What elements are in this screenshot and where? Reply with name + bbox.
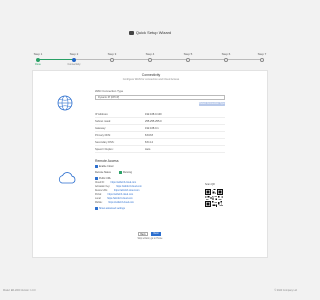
step-1-dot[interactable] <box>36 57 40 62</box>
field-key: Gateway: <box>95 126 106 130</box>
connectivity-subtitle: Configure WAN for connection and Cloud A… <box>122 78 180 81</box>
enable-cloud-label: Enable Cloud <box>99 165 114 168</box>
info-link[interactable]: https://a1b2c3.cloud.com <box>116 186 142 188</box>
info-row: Portal: https://a1b2c3.cloud.com <box>95 194 133 196</box>
info-link[interactable]: https://a1b2c3.cloud.com <box>108 194 134 196</box>
info-row: Mobile: https://a1b2c3.cloud.com <box>95 202 134 204</box>
field-key: IP Address: <box>95 112 109 116</box>
field-value[interactable]: 192.168.0.1 <box>145 127 159 130</box>
info-row: Activation Key: https://a1b2c3.cloud.com <box>95 186 142 188</box>
field-row-dns1: Primary DNS: 8.8.8.8 <box>95 132 225 139</box>
field-value[interactable]: 8.8.8.8 <box>145 134 153 137</box>
page: Quick Setup Wizard Step 1 Done Step 2 Co… <box>0 0 300 300</box>
footer-copyright: © 2024 Company Ltd <box>274 289 297 292</box>
wizard-card: Connectivity Configure WAN for connectio… <box>32 70 268 258</box>
skip-wizard-link[interactable]: Skip wizard, go to Home <box>0 238 300 240</box>
wizard-title: Quick Setup Wizard <box>0 30 300 35</box>
step-3-dot[interactable] <box>110 57 114 62</box>
info-key: Activation Key: <box>95 186 111 188</box>
wan-type-label: WAN Connection Type <box>95 89 124 93</box>
field-row-gateway: Gateway: 192.168.0.1 <box>95 125 225 132</box>
info-row: Local: https://a1b2c3.cloud.com <box>95 198 133 200</box>
qr-caption: Scan QR <box>205 183 215 186</box>
step-4-dot[interactable] <box>148 57 152 62</box>
progress-track-done <box>38 59 74 60</box>
info-key: Mobile: <box>95 202 103 204</box>
info-row: Device URL: https://a1b2c3.cloud.com <box>95 190 139 192</box>
info-key: Portal: <box>95 194 102 196</box>
wan-type-select[interactable]: Dynamic IP (DHCP) <box>95 95 225 100</box>
field-key: Secondary DNS: <box>95 140 115 144</box>
globe-icon <box>57 95 73 111</box>
enable-cloud-checkbox[interactable] <box>95 165 98 168</box>
info-key: Device URL: <box>95 190 108 192</box>
public-url-label: Public URL <box>99 177 111 180</box>
step-6-dot[interactable] <box>224 57 228 62</box>
info-link[interactable]: https://a1b2c3.cloud.com <box>114 190 140 192</box>
remote-status-value: Running <box>123 171 132 174</box>
step-2-label: Step 2 <box>69 52 79 56</box>
advanced-label[interactable]: Show advanced settings <box>99 207 125 210</box>
step-7-label: Step 7 <box>257 52 267 56</box>
connectivity-title: Connectivity <box>141 73 161 77</box>
field-row-speed: Speed / Duplex: Auto <box>95 146 225 153</box>
info-row: Cloud ID: https://a1b2c3.cloud.com <box>95 182 136 184</box>
field-row-ip: IP Address: 192.168.0.100 <box>95 111 225 118</box>
step-6-label: Step 6 <box>221 52 231 56</box>
step-5-dot[interactable] <box>186 57 190 62</box>
field-value[interactable]: 8.8.4.4 <box>145 141 153 144</box>
step-2-sub: Connectivity <box>67 62 81 66</box>
step-progress: Step 1 Done Step 2 Connectivity Step 3 S… <box>30 52 270 68</box>
info-key: Local: <box>95 198 102 200</box>
remote-access-title: Remote Access <box>95 159 119 163</box>
cloud-icon <box>58 172 76 184</box>
step-4-label: Step 4 <box>145 52 155 56</box>
info-link[interactable]: https://a1b2c3.cloud.com <box>111 182 137 184</box>
step-3-label: Step 3 <box>107 52 117 56</box>
field-key: Subnet mask: <box>95 119 111 123</box>
detect-connection-button[interactable]: Detect Connection Type <box>199 102 225 106</box>
step-2-dot[interactable] <box>72 57 76 62</box>
step-5-label: Step 5 <box>183 52 193 56</box>
field-key: Speed / Duplex: <box>95 147 114 151</box>
info-link[interactable]: https://a1b2c3.cloud.com <box>107 198 133 200</box>
field-row-mask: Subnet mask: 255.255.255.0 <box>95 118 225 125</box>
info-link[interactable]: https://a1b2c3.cloud.com <box>108 202 134 204</box>
next-button[interactable]: Next <box>151 232 161 236</box>
step-1-sub: Done <box>35 62 41 66</box>
progress-track-remaining <box>74 59 262 60</box>
step-1-label: Step 1 <box>33 52 43 56</box>
field-value[interactable]: 255.255.255.0 <box>145 120 162 123</box>
field-value[interactable]: Auto <box>145 148 150 151</box>
public-url-checkbox[interactable] <box>95 177 98 180</box>
back-button[interactable]: Back <box>138 232 148 236</box>
status-indicator <box>119 171 122 174</box>
info-key: Cloud ID: <box>95 182 105 184</box>
qr-code-image <box>205 189 223 207</box>
remote-status-label: Remote Status <box>95 171 111 174</box>
field-value[interactable]: 192.168.0.100 <box>145 113 162 116</box>
wizard-title-text: Quick Setup Wizard <box>135 30 172 35</box>
advanced-checkbox[interactable] <box>95 207 98 210</box>
footer-version: Model: ER-2000 Version: 1.0.0 <box>3 289 36 292</box>
field-row-dns2: Secondary DNS: 8.8.4.4 <box>95 139 225 146</box>
step-7-dot[interactable] <box>260 57 264 62</box>
wizard-icon <box>128 30 134 35</box>
field-key: Primary DNS: <box>95 133 111 137</box>
